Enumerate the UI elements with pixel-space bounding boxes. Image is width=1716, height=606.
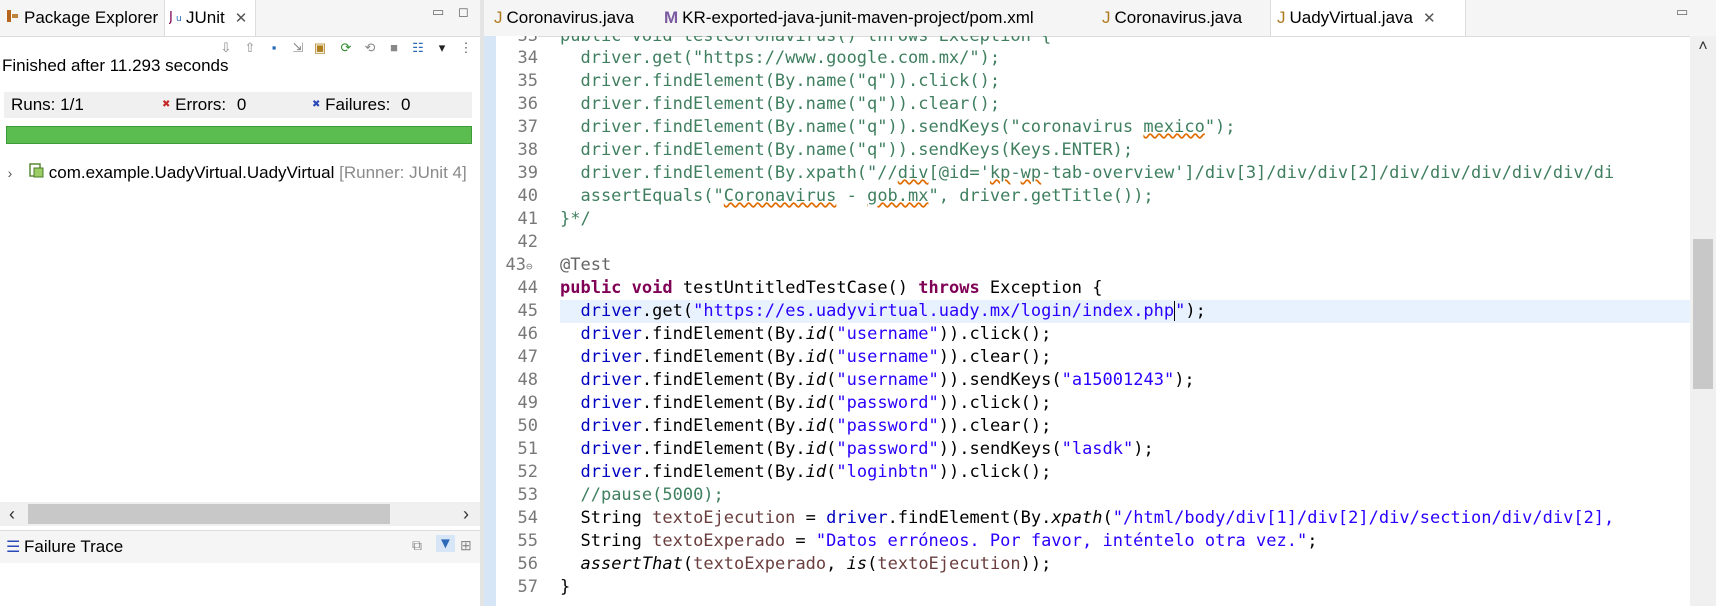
rerun-failed-first-icon[interactable]: ▣: [312, 40, 328, 56]
copy-trace-icon[interactable]: ⧉: [412, 537, 422, 554]
errors-value: 0: [236, 95, 247, 114]
package-explorer-icon: [6, 1, 20, 37]
more-options-icon[interactable]: ⋮: [458, 40, 474, 56]
previous-failure-icon[interactable]: ⇧: [242, 40, 258, 56]
test-run-history-icon[interactable]: ☷: [410, 40, 426, 56]
code-line[interactable]: 37 driver.findElement(By.name("q")).send…: [496, 116, 1236, 139]
editor-ruler: [484, 36, 496, 606]
horizontal-scrollbar[interactable]: ‹ ›: [0, 502, 480, 526]
rerun-test-icon[interactable]: ⟳: [338, 40, 354, 56]
junit-view: Package Explorer Ju JUnit ✕ ▭ ◻ ⇩ ⇧ ▪ ⇲ ▣…: [0, 0, 480, 606]
runs-value: 1/1: [60, 95, 84, 114]
code-line[interactable]: 39 driver.findElement(By.xpath("//div[@i…: [496, 162, 1615, 185]
code-line[interactable]: 51 driver.findElement(By.id("password"))…: [496, 438, 1154, 461]
maximize-icon[interactable]: ◻: [458, 0, 469, 24]
chevron-right-icon[interactable]: ›: [2, 160, 18, 186]
code-line[interactable]: 50 driver.findElement(By.id("password"))…: [496, 415, 1052, 438]
code-line[interactable]: 42: [496, 231, 560, 254]
scroll-right-icon[interactable]: ›: [454, 502, 478, 526]
minimize-editor-icon[interactable]: ▭: [1676, 0, 1688, 24]
code-line[interactable]: 55 String textoExperado = "Datos erróneo…: [496, 530, 1318, 553]
stack-trace-icon: ☰: [6, 539, 21, 556]
runs-label: Runs:: [11, 95, 56, 114]
runs-counter: Runs: 1/1: [11, 92, 84, 118]
scroll-lock-icon[interactable]: ⇲: [290, 40, 306, 56]
stop-icon[interactable]: ■: [386, 40, 402, 56]
code-line[interactable]: 40 assertEquals("Coronavirus - gob.mx", …: [496, 185, 1154, 208]
scroll-left-icon[interactable]: ‹: [0, 502, 24, 526]
java-file-icon: J: [494, 8, 503, 27]
java-file-icon: J: [1102, 8, 1111, 27]
failures-counter: ✖ Failures: 0: [312, 92, 411, 118]
run-status-text: Finished after 11.293 seconds: [2, 56, 229, 75]
junit-icon: Ju: [168, 1, 183, 37]
code-line-current[interactable]: 45 driver.get("https://es.uadyvirtual.ua…: [496, 300, 1690, 323]
code-line[interactable]: 49 driver.findElement(By.id("password"))…: [496, 392, 1052, 415]
vertical-scrollbar[interactable]: ˄: [1690, 36, 1716, 606]
test-class-label: com.example.UadyVirtual.UadyVirtual: [48, 163, 335, 182]
test-counters: Runs: 1/1 ✖ Errors: 0 ✖ Failures: 0: [4, 92, 472, 118]
code-line[interactable]: 46 driver.findElement(By.id("username"))…: [496, 323, 1052, 346]
svg-text:u: u: [176, 14, 182, 24]
svg-text:J: J: [169, 10, 173, 24]
failure-trace-label: Failure Trace: [24, 537, 124, 556]
scroll-up-icon[interactable]: ˄: [1690, 36, 1716, 58]
test-runner-label: [Runner: JUnit 4]: [339, 163, 467, 182]
show-failures-only-icon[interactable]: ▪: [266, 40, 282, 56]
close-icon[interactable]: ✕: [1423, 10, 1436, 27]
errors-label: Errors:: [175, 95, 227, 114]
minimize-icon[interactable]: ▭: [432, 0, 444, 24]
tab-label: Package Explorer: [24, 8, 159, 27]
rerun-failed-icon[interactable]: ⟲: [362, 40, 378, 56]
code-line[interactable]: 35 driver.findElement(By.name("q")).clic…: [496, 70, 1001, 93]
filter-trace-icon[interactable]: ▼: [436, 535, 455, 552]
test-progress-bar: [6, 126, 472, 144]
code-line[interactable]: 38 driver.findElement(By.name("q")).send…: [496, 139, 1134, 162]
failure-trace-header: ☰ Failure Trace ⧉ ▼ ⊞: [0, 530, 480, 563]
errors-counter: ✖ Errors: 0: [162, 92, 246, 118]
code-line[interactable]: 54 String textoEjecution = driver.findEl…: [496, 507, 1615, 530]
code-line[interactable]: 57}: [496, 576, 571, 599]
test-suite-icon: [28, 161, 45, 187]
view-menu-icon[interactable]: ▾: [434, 40, 450, 56]
error-icon: ✖: [162, 99, 171, 110]
failure-icon: ✖: [312, 99, 321, 110]
failures-label: Failures:: [325, 95, 391, 114]
code-line[interactable]: 52 driver.findElement(By.id("loginbtn"))…: [496, 461, 1052, 484]
scrollbar-thumb[interactable]: [1693, 239, 1713, 389]
tab-package-explorer[interactable]: Package Explorer: [0, 0, 164, 36]
editor-tab-uadyvirtual[interactable]: J UadyVirtual.java ✕: [1270, 0, 1466, 36]
scrollbar-thumb[interactable]: [28, 504, 390, 524]
code-line[interactable]: 56 assertThat(textoExperado, is(textoEje…: [496, 553, 1052, 576]
java-file-icon: J: [1277, 8, 1286, 27]
close-icon[interactable]: ✕: [235, 10, 248, 27]
code-editor[interactable]: 33 public void testCoronavirus() throws E…: [484, 36, 1716, 606]
fold-collapse-icon[interactable]: ⊖: [526, 255, 560, 278]
test-tree-item[interactable]: › com.example.UadyVirtual.UadyVirtual [R…: [0, 160, 467, 186]
tab-label: JUnit: [186, 8, 225, 27]
editor-tab-pom-xml[interactable]: M KR-exported-java-junit-maven-project/po…: [658, 0, 1034, 36]
view-tab-bar: Package Explorer Ju JUnit ✕ ▭ ◻: [0, 0, 480, 37]
code-line[interactable]: 43⊖ @Test: [496, 254, 612, 278]
code-line[interactable]: 41}*/: [496, 208, 591, 231]
next-failure-icon[interactable]: ⇩: [218, 40, 234, 56]
code-line[interactable]: 36 driver.findElement(By.name("q")).clea…: [496, 93, 1001, 116]
editor-tab-bar: J Coronavirus.java M KR-exported-java-juni…: [484, 0, 1716, 37]
editor-tab-coronavirus-2[interactable]: J Coronavirus.java: [1096, 0, 1266, 36]
editor-area: J Coronavirus.java M KR-exported-java-juni…: [484, 0, 1716, 606]
code-line[interactable]: 47 driver.findElement(By.id("username"))…: [496, 346, 1052, 369]
code-line[interactable]: 48 driver.findElement(By.id("username"))…: [496, 369, 1195, 392]
failures-value: 0: [401, 95, 411, 114]
tab-junit[interactable]: Ju JUnit ✕: [164, 0, 256, 36]
code-line[interactable]: 44 public void testUntitledTestCase() thr…: [496, 277, 1103, 300]
code-line[interactable]: 53 //pause(5000);: [496, 484, 724, 507]
maven-pom-icon: M: [664, 8, 679, 27]
code-line[interactable]: 34 driver.get("https://www.google.com.mx…: [496, 47, 1001, 70]
compare-results-icon[interactable]: ⊞: [460, 537, 472, 554]
editor-tab-coronavirus[interactable]: J Coronavirus.java: [488, 0, 658, 36]
